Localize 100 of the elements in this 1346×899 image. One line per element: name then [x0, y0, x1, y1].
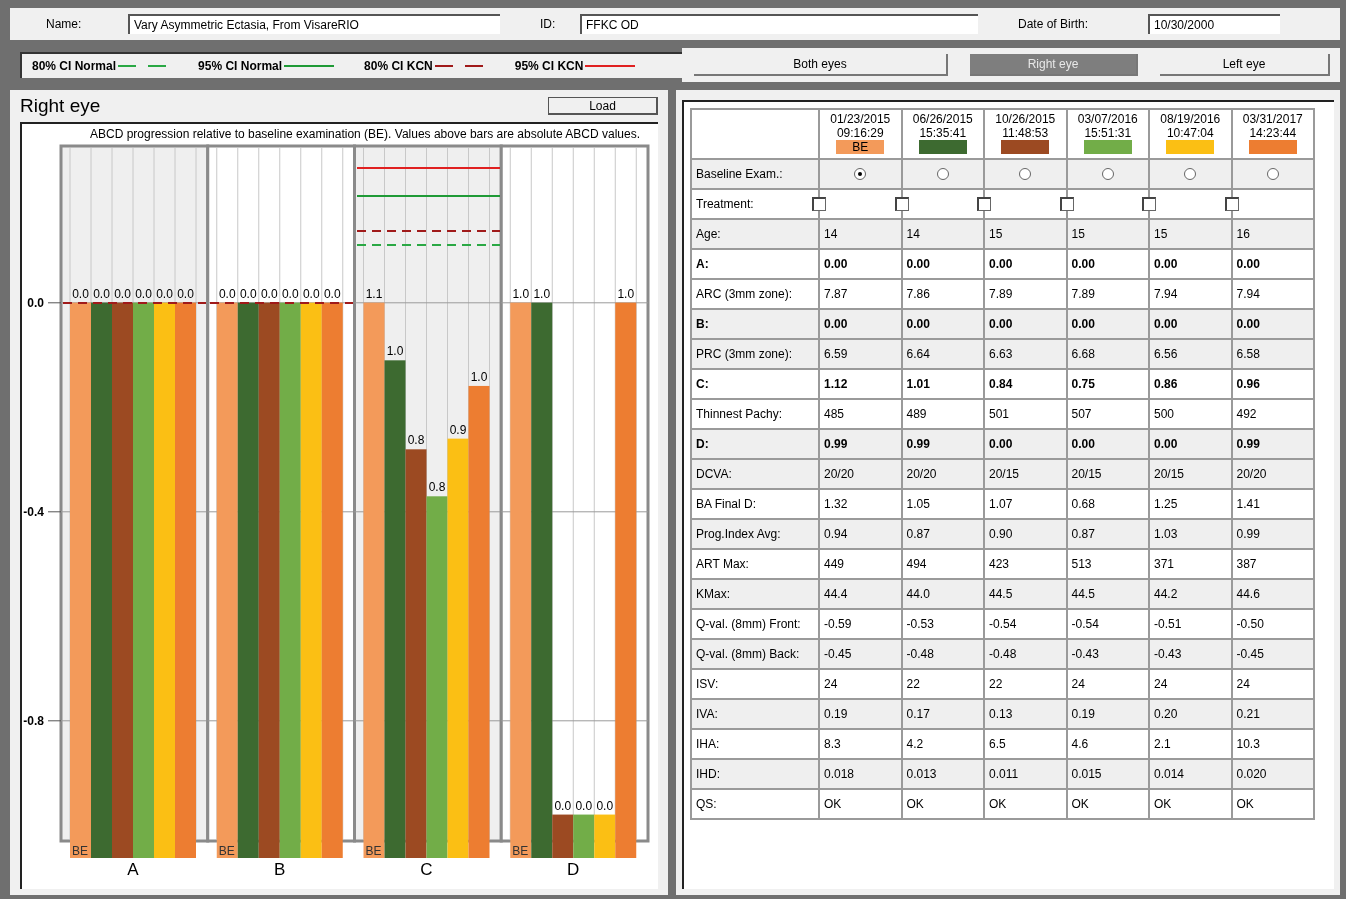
table-cell: 0.00 — [1154, 257, 1178, 271]
table-cell: -0.59 — [824, 617, 852, 631]
table-cell: 15 — [989, 227, 1003, 241]
absolute-value-label: 0.0 — [156, 286, 173, 301]
table-cell: 4.6 — [1071, 737, 1089, 751]
absolute-value-label: 0.0 — [135, 286, 152, 301]
radio-button[interactable] — [1266, 168, 1279, 180]
table-cell: 0.018 — [824, 767, 855, 781]
row-label: PRC (3mm zone): — [691, 339, 819, 369]
table-cell: 492 — [1236, 407, 1257, 421]
row-label: D: — [691, 429, 819, 459]
absolute-value-label: 0.0 — [218, 286, 236, 301]
exam-time: 15:51:31 — [1083, 126, 1133, 140]
eye-tab[interactable]: Left eye — [1160, 54, 1330, 76]
table-cell: 0.014 — [1154, 767, 1185, 781]
y-tick: -0.4 — [23, 504, 62, 519]
table-cell: 485 — [824, 407, 845, 421]
absolute-value-label: 1.0 — [386, 344, 404, 359]
field-label: Name: — [46, 17, 83, 31]
table-cell: 1.01 — [906, 377, 930, 391]
table-cell: 22 — [906, 677, 920, 691]
table-cell: 1.12 — [824, 377, 848, 391]
checkbox[interactable] — [977, 197, 991, 211]
radio-button[interactable] — [1101, 168, 1114, 180]
color-swatch: BE — [836, 140, 885, 154]
table-cell: -0.48 — [906, 647, 934, 661]
input-field[interactable]: 10/30/2000 — [1148, 14, 1280, 34]
table-cell: 0.00 — [906, 257, 930, 271]
checkbox[interactable] — [1224, 197, 1239, 211]
absolute-value-label: 0.0 — [302, 286, 320, 301]
table-cell: 0.00 — [1154, 317, 1178, 331]
table-cell: 14 — [824, 227, 838, 241]
row-label: Prog.Index Avg: — [691, 519, 819, 549]
table-cell: -0.54 — [1071, 617, 1099, 631]
legend-label: 95% CI Normal — [198, 59, 283, 73]
absolute-value-label: 0.0 — [239, 286, 257, 301]
table-cell: 0.015 — [1071, 767, 1102, 781]
radio-button[interactable] — [854, 168, 867, 180]
input-field[interactable]: Vary Asymmetric Ectasia, From VisareRIO — [128, 14, 500, 34]
absolute-value-label: 0.0 — [72, 286, 89, 301]
table-cell: 6.63 — [989, 347, 1013, 361]
table-cell: 10.3 — [1236, 737, 1260, 751]
checkbox[interactable] — [894, 197, 909, 211]
table-cell: 1.25 — [1154, 497, 1178, 511]
table-cell: 6.56 — [1154, 347, 1178, 361]
load-button[interactable]: Load — [548, 97, 658, 115]
table-cell: 7.86 — [906, 287, 930, 301]
field-label: ID: — [540, 17, 557, 31]
radio-button[interactable] — [1184, 168, 1197, 180]
table-cell: 0.86 — [1154, 377, 1178, 391]
absolute-value-label: 1.0 — [470, 369, 488, 384]
table-cell: 387 — [1236, 557, 1257, 571]
table-cell: 0.99 — [824, 437, 848, 451]
absolute-value-label: 0.0 — [281, 286, 299, 301]
table-cell: 371 — [1154, 557, 1175, 571]
input-field[interactable]: FFKC OD — [580, 14, 978, 34]
table-cell: 423 — [989, 557, 1010, 571]
absolute-value-label: 0.0 — [554, 798, 572, 813]
table-cell: -0.51 — [1154, 617, 1182, 631]
eye-tab[interactable]: Both eyes — [694, 54, 948, 76]
table-cell: 449 — [824, 557, 845, 571]
exam-time: 11:48:53 — [1001, 126, 1050, 140]
y-tick: 0.0 — [27, 295, 62, 310]
row-label: A: — [691, 249, 819, 279]
table-cell: 0.00 — [1071, 437, 1095, 451]
radio-button[interactable] — [1019, 168, 1032, 180]
table-cell: 6.58 — [1236, 347, 1260, 361]
table-cell: 1.32 — [824, 497, 848, 511]
checkbox[interactable] — [812, 197, 826, 211]
table-cell: 0.00 — [989, 317, 1013, 331]
table-cell: 0.00 — [1071, 257, 1095, 271]
table-cell: 24 — [1236, 677, 1250, 691]
table-cell: -0.48 — [989, 647, 1017, 661]
table-cell: -0.43 — [1154, 647, 1182, 661]
absolute-value-label: 0.0 — [260, 286, 278, 301]
absolute-value-label: 0.0 — [596, 798, 614, 813]
baseline-label: BE — [218, 844, 235, 858]
table-cell: 0.94 — [824, 527, 848, 541]
exam-time: 09:16:29 — [835, 126, 885, 140]
absolute-value-label: 1.0 — [617, 286, 635, 301]
table-cell: 6.5 — [989, 737, 1006, 751]
checkbox[interactable] — [1142, 197, 1156, 211]
radio-button[interactable] — [936, 168, 949, 180]
table-cell: 0.00 — [989, 437, 1013, 451]
table-cell: -0.43 — [1071, 647, 1099, 661]
table-cell: 0.17 — [906, 707, 930, 721]
checkbox[interactable] — [1059, 197, 1074, 211]
table-cell: 0.87 — [1071, 527, 1095, 541]
exam-date: 08/19/2016 — [1159, 112, 1222, 126]
table-cell: 20/20 — [824, 467, 855, 481]
legend-label: 80% CI KCN — [364, 59, 433, 73]
table-cell: 0.011 — [989, 767, 1019, 781]
table-cell: 20/20 — [906, 467, 937, 481]
table-cell: 0.13 — [989, 707, 1013, 721]
table-cell: 494 — [906, 557, 927, 571]
table-cell: 489 — [906, 407, 927, 421]
row-label: QS: — [691, 789, 819, 819]
table-cell: 0.00 — [824, 317, 848, 331]
row-label: DCVA: — [691, 459, 819, 489]
absolute-value-label: 0.8 — [428, 480, 446, 495]
